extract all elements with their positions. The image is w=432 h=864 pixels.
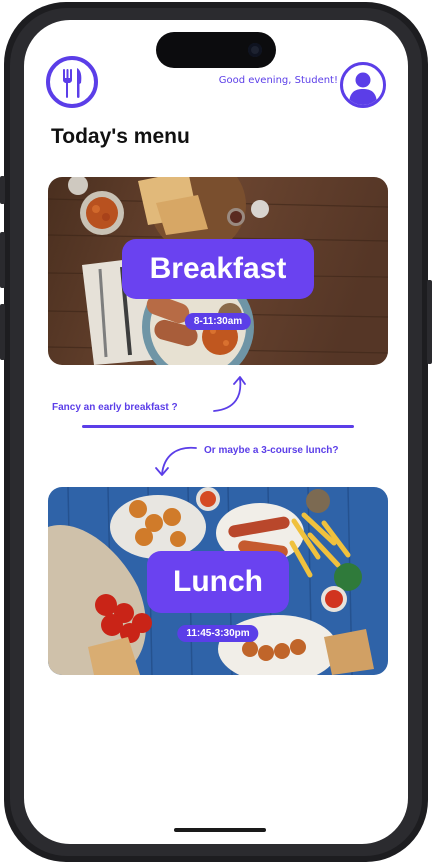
divider: [82, 425, 354, 428]
app-screen: Good evening, Student! Today's menu Brea…: [24, 20, 408, 844]
curved-arrow-up-icon: [213, 376, 246, 412]
curved-arrow-down-icon: [155, 446, 197, 476]
fork-knife-icon[interactable]: [46, 56, 98, 108]
home-indicator[interactable]: [174, 828, 266, 832]
dynamic-island: [156, 32, 276, 68]
power-button: [427, 280, 432, 364]
breakfast-title[interactable]: Breakfast: [122, 239, 314, 299]
lunch-card[interactable]: Lunch 11:45-3:30pm: [48, 487, 388, 675]
lunch-time: 11:45-3:30pm: [177, 625, 259, 642]
action-button: [0, 176, 5, 204]
breakfast-card[interactable]: Breakfast 8-11:30am: [48, 177, 388, 365]
volume-down-button: [0, 304, 5, 360]
page-title: Today's menu: [51, 125, 190, 148]
volume-up-button: [0, 232, 5, 288]
camera-icon: [248, 43, 262, 57]
greeting-text: Good evening, Student!: [218, 75, 338, 86]
user-avatar-icon[interactable]: [340, 62, 386, 108]
lunch-title[interactable]: Lunch: [147, 551, 289, 613]
breakfast-prompt: Fancy an early breakfast ?: [52, 402, 178, 413]
breakfast-time: 8-11:30am: [184, 313, 252, 330]
lunch-prompt: Or maybe a 3-course lunch?: [204, 445, 339, 456]
